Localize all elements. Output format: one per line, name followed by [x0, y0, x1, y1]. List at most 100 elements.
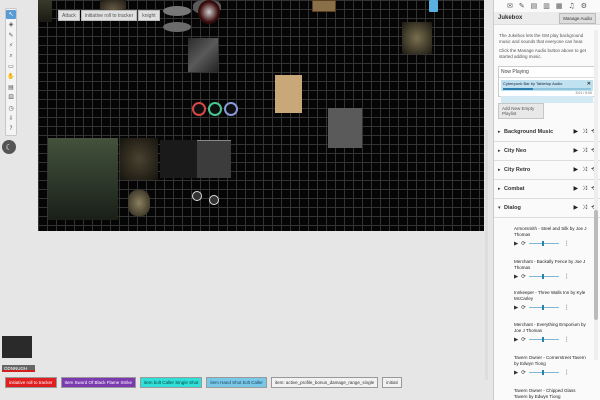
music-tab-icon[interactable]: ♫ [568, 2, 574, 10]
turn-icon[interactable]: ▤ [6, 83, 16, 92]
token-weapon-set[interactable] [328, 108, 362, 148]
scrollbar-thumb[interactable] [594, 210, 598, 320]
now-playing-progress[interactable] [503, 88, 591, 90]
play-icon[interactable]: ▶ [574, 186, 579, 192]
volume-slider[interactable] [528, 305, 559, 310]
token-horror-portrait[interactable] [402, 22, 432, 54]
macro-button[interactable]: item: active_profile_bonus_damage_range_… [270, 377, 379, 388]
token-ring-blue[interactable] [224, 102, 238, 116]
play-icon[interactable]: ▶ [514, 241, 518, 247]
token-pistols[interactable] [160, 140, 198, 178]
play-icon[interactable]: ▶ [514, 305, 518, 311]
token-rifle[interactable] [188, 38, 218, 72]
token-mask[interactable] [198, 0, 220, 24]
volume-slider[interactable] [528, 370, 559, 375]
player-name[interactable]: ODNNUGH [2, 365, 35, 372]
volume-knob[interactable] [542, 241, 545, 246]
playlist-row[interactable]: ▸City Retro▶⤨⟲ [494, 161, 600, 180]
volume-slider[interactable] [528, 274, 559, 279]
token-ring-red[interactable] [192, 102, 206, 116]
play-icon[interactable]: ▶ [574, 129, 579, 135]
close-icon[interactable]: ✕ [587, 81, 591, 87]
clock-icon[interactable]: ◷ [6, 104, 16, 113]
token-white-orb-1[interactable] [192, 191, 202, 201]
token-hooded-figure[interactable] [120, 138, 158, 180]
token-macro-tab[interactable]: initiative roll to tracker [80, 10, 138, 21]
map-scrollbar[interactable] [485, 130, 488, 380]
token-scroll[interactable] [275, 75, 302, 113]
volume-slider[interactable] [528, 337, 559, 342]
map-canvas[interactable]: Attack initiative roll to tracker knight [38, 0, 484, 231]
ruler-icon[interactable]: ▭ [6, 62, 16, 71]
more-options-icon[interactable]: ⋮ [564, 369, 570, 376]
repeat-icon[interactable]: ⟳ [521, 305, 526, 311]
track-item[interactable]: Merchant - Everything Emporium by Joe J … [514, 322, 588, 343]
volume-slider[interactable] [528, 241, 559, 246]
token-gear-panel[interactable] [197, 140, 231, 178]
now-playing-track[interactable]: Cyberpunk Bar by Tabletop Audio ✕ [501, 80, 593, 91]
playlist-row[interactable]: ▾Dialog▶⤨⟲ [494, 199, 600, 218]
shuffle-icon[interactable]: ⤨ [582, 205, 587, 211]
play-icon[interactable]: ▶ [574, 205, 579, 211]
shuffle-icon[interactable]: ⤨ [582, 129, 587, 135]
chat-tab-icon[interactable]: ✉ [507, 2, 513, 10]
layers-icon[interactable]: ◈ [6, 20, 16, 29]
playlist-row[interactable]: ▸Combat▶⤨⟲ [494, 180, 600, 199]
shuffle-icon[interactable]: ⤨ [582, 186, 587, 192]
pencil-icon[interactable]: ✎ [6, 31, 16, 40]
token-blade-1[interactable] [163, 6, 191, 16]
token-ring-green[interactable] [208, 102, 222, 116]
volume-knob[interactable] [542, 370, 545, 375]
play-icon[interactable]: ▶ [514, 274, 518, 280]
player-avatar[interactable] [2, 336, 32, 358]
more-options-icon[interactable]: ⋮ [564, 273, 570, 280]
track-item[interactable]: Tavern Owner - Chipped Glass Tavern by E… [514, 388, 588, 400]
token-macro-tab[interactable]: Attack [58, 10, 80, 21]
play-icon[interactable]: ▶ [574, 167, 579, 173]
playlist-row[interactable]: ▸Background Music▶⤨⟲ [494, 123, 600, 142]
shuffle-icon[interactable]: ⤨ [582, 148, 587, 154]
add-playlist-button[interactable]: Add New Empty Playlist [498, 103, 544, 119]
deck-tab-icon[interactable]: ▦ [556, 2, 563, 10]
macro-button[interactable]: initiati [382, 377, 402, 388]
macro-button[interactable]: item Hand Shot bolt Caller [206, 377, 267, 388]
play-icon[interactable]: ▶ [514, 370, 518, 376]
token-goblin[interactable] [128, 190, 150, 216]
pointer-icon[interactable]: ↖ [6, 10, 16, 20]
wand-icon[interactable]: ⚡ [6, 41, 16, 50]
macro-button[interactable]: initiative roll to tracker [5, 377, 57, 388]
help-icon[interactable]: ? [6, 125, 16, 134]
track-item[interactable]: Tavern Owner - Cornerstreet Tavern by Ed… [514, 355, 588, 376]
volume-knob[interactable] [542, 274, 545, 279]
repeat-icon[interactable]: ⟳ [521, 241, 526, 247]
journal-tab-icon[interactable]: ▤ [531, 2, 538, 10]
more-options-icon[interactable]: ⋮ [564, 336, 570, 343]
macro-button[interactable]: Item Sword Of Black Flame Strike [60, 377, 137, 388]
sidebar-scrollbar[interactable] [594, 30, 598, 360]
token-landscape[interactable] [48, 138, 118, 220]
volume-knob[interactable] [542, 337, 545, 342]
token-blade-2[interactable] [163, 22, 191, 32]
volume-knob[interactable] [542, 305, 545, 310]
shuffle-icon[interactable]: ⤨ [582, 167, 587, 173]
token-chest[interactable] [312, 0, 336, 12]
hand-icon[interactable]: ✋ [6, 73, 16, 82]
token-white-orb-2[interactable] [209, 195, 219, 205]
play-icon[interactable]: ▶ [514, 337, 518, 343]
manage-audio-button[interactable]: Manage Audio [559, 12, 596, 24]
moon-icon[interactable]: ☾ [2, 140, 16, 154]
now-playing-volume[interactable] [501, 96, 593, 103]
macro-button[interactable]: item bolt Caller Single Shot [140, 377, 203, 388]
token-blue-marker[interactable] [429, 0, 438, 12]
more-options-icon[interactable]: ⋮ [564, 304, 570, 311]
playlist-row[interactable]: ▸City Neo▶⤨⟲ [494, 142, 600, 161]
repeat-icon[interactable]: ⟳ [521, 274, 526, 280]
dice-icon[interactable]: ⚄ [6, 93, 16, 102]
compendium-tab-icon[interactable]: ▥ [543, 2, 550, 10]
zoom-icon[interactable]: ⌕ [6, 52, 16, 61]
token-dark-tree[interactable] [38, 0, 52, 22]
art-tab-icon[interactable]: ✎ [519, 2, 525, 10]
track-item[interactable]: Innkeeper - Three Walls Inn by Kyle McCa… [514, 290, 588, 311]
repeat-icon[interactable]: ⟳ [521, 337, 526, 343]
repeat-icon[interactable]: ⟳ [521, 370, 526, 376]
